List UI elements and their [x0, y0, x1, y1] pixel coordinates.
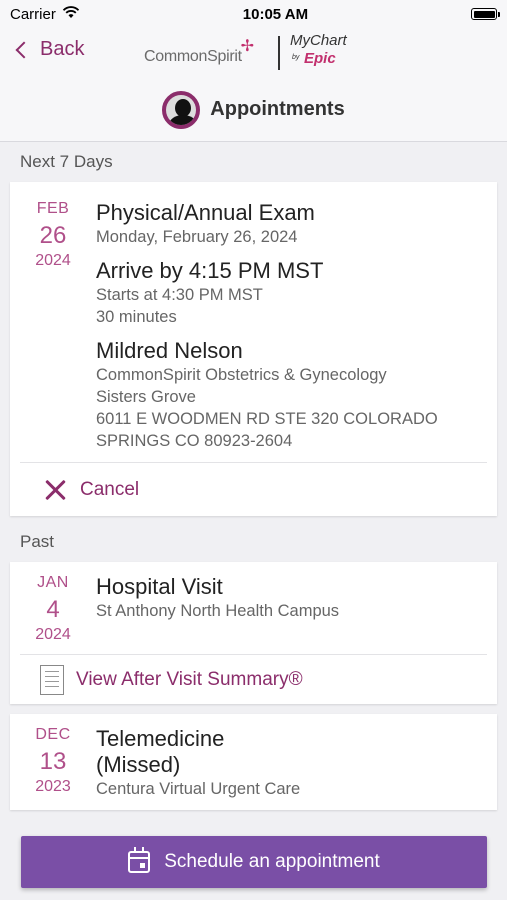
date-day: 4: [46, 596, 60, 623]
date-day: 26: [39, 222, 67, 249]
start-time: Starts at 4:30 PM MST: [96, 286, 263, 304]
section-past: Past: [20, 532, 55, 551]
epic-logo-text: Epic: [304, 50, 336, 67]
mychart-logo: MyChart by Epic: [290, 32, 347, 67]
avatar[interactable]: [162, 90, 201, 129]
location-name: Sisters Grove: [96, 388, 196, 406]
date-year: 2023: [35, 778, 71, 795]
date-year: 2024: [35, 626, 71, 643]
appointment-info: Telemedicine (Missed) Centura Virtual Ur…: [96, 726, 497, 800]
date-month: FEB: [36, 200, 70, 217]
duration: 30 minutes: [96, 308, 177, 326]
schedule-label: Schedule an appointment: [164, 851, 380, 872]
close-icon: [44, 479, 66, 501]
provider-name: Mildred Nelson: [96, 338, 243, 363]
back-button[interactable]: Back: [14, 38, 84, 61]
view-after-visit-summary-button[interactable]: View After Visit Summary®: [20, 654, 487, 704]
visit-type: Physical/Annual Exam: [96, 200, 315, 225]
schedule-appointment-button[interactable]: Schedule an appointment: [21, 836, 487, 888]
sparkle-icon: ✢: [240, 38, 254, 55]
address-line-2: SPRINGS CO 80923-2604: [96, 432, 293, 450]
location-name: Centura Virtual Urgent Care: [96, 780, 301, 798]
department: CommonSpirit Obstetrics & Gynecology: [96, 366, 387, 384]
visit-date-text: Monday, February 26, 2024: [96, 228, 298, 246]
clock: 10:05 AM: [242, 5, 309, 23]
commonspirit-logo: CommonSpirit ✢: [144, 38, 254, 66]
date-day: 13: [39, 748, 67, 775]
page-header: Appointments: [0, 78, 507, 142]
mychart-logo-by: by: [292, 54, 300, 61]
arrive-time: Arrive by 4:15 PM MST: [96, 258, 324, 283]
date-month: DEC: [35, 726, 71, 743]
appointment-info: Physical/Annual Exam Monday, February 26…: [96, 200, 497, 452]
logo-divider: [278, 36, 280, 70]
date-month: JAN: [37, 574, 69, 591]
visit-status: (Missed): [96, 752, 181, 777]
chevron-left-icon: [15, 41, 33, 58]
carrier-label: Carrier: [10, 5, 56, 23]
view-summary-label: View After Visit Summary®: [76, 668, 303, 690]
commonspirit-logo-text: CommonSpirit: [144, 48, 242, 65]
mychart-logo-text: MyChart: [290, 32, 347, 49]
appointment-card-past[interactable]: DEC 13 2023 Telemedicine (Missed) Centur…: [10, 714, 497, 810]
appointment-card-upcoming[interactable]: FEB 26 2024 Physical/Annual Exam Monday,…: [10, 182, 497, 516]
cancel-button[interactable]: Cancel: [20, 462, 487, 516]
cancel-label: Cancel: [80, 478, 140, 500]
date-year: 2024: [35, 252, 71, 269]
appointment-date: JAN 4 2024: [10, 574, 96, 644]
appointment-date: FEB 26 2024: [10, 200, 96, 452]
page-title: Appointments: [210, 98, 345, 120]
appointment-card-past[interactable]: JAN 4 2024 Hospital Visit St Anthony Nor…: [10, 562, 497, 704]
nav-bar: Back CommonSpirit ✢ MyChart by Epic: [0, 28, 507, 78]
visit-type: Telemedicine: [96, 726, 225, 751]
appointment-date: DEC 13 2023: [10, 726, 96, 800]
section-next-7-days: Next 7 Days: [20, 152, 113, 171]
wifi-icon: [62, 5, 80, 23]
back-label: Back: [40, 38, 85, 60]
document-icon: [40, 664, 64, 695]
address-line-1: 6011 E WOODMEN RD STE 320 COLORADO: [96, 410, 438, 428]
location-name: St Anthony North Health Campus: [96, 602, 340, 620]
battery-icon: [471, 8, 500, 20]
status-bar: Carrier 10:05 AM: [0, 0, 507, 28]
visit-type: Hospital Visit: [96, 574, 223, 599]
appointment-info: Hospital Visit St Anthony North Health C…: [96, 574, 497, 644]
calendar-icon: [128, 847, 151, 873]
